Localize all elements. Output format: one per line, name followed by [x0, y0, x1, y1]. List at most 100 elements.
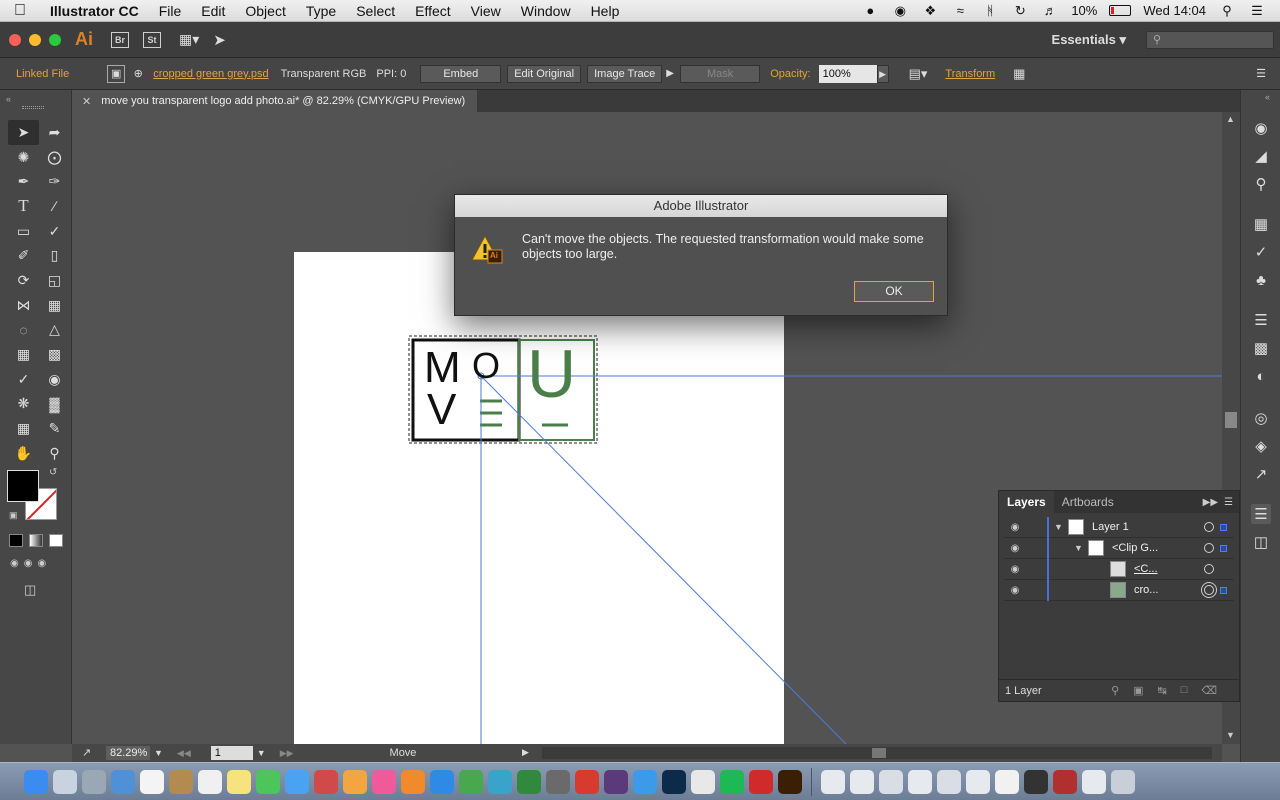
color-guide-icon[interactable]: ◢	[1251, 146, 1271, 166]
layer-name[interactable]: <Clip G...	[1112, 542, 1158, 554]
direct-selection-tool-icon[interactable]: ➦	[39, 120, 70, 145]
m-app-icon[interactable]: ◉	[891, 3, 909, 18]
document-stack-icon[interactable]	[1053, 769, 1077, 794]
draw-behind-icon[interactable]: ◉	[24, 558, 33, 569]
notification-center-icon[interactable]: ☰	[1248, 3, 1266, 18]
app-store-icon[interactable]	[430, 769, 454, 794]
delete-layer-icon[interactable]: ⌫	[1201, 684, 1217, 697]
gradient-icon[interactable]: ▩	[1251, 338, 1271, 358]
status-menu-icon[interactable]: ▶	[522, 747, 529, 758]
image-trace-dropdown-icon[interactable]: ▶	[666, 68, 674, 79]
visibility-eye-icon[interactable]: ◉	[1004, 522, 1026, 533]
new-layer-icon[interactable]: □	[1181, 684, 1188, 697]
transparency-icon[interactable]: ◐	[1251, 366, 1271, 386]
edit-original-button[interactable]: Edit Original	[507, 64, 582, 83]
panel-grip[interactable]	[22, 106, 44, 109]
launchpad-icon[interactable]	[82, 769, 106, 794]
eyedropper-tool-icon[interactable]: ✓	[8, 367, 39, 392]
document-stack-icon[interactable]	[821, 769, 845, 794]
artboard-tool-icon[interactable]: ▦	[8, 416, 39, 441]
pen-tool-icon[interactable]: ✒	[8, 169, 39, 194]
default-fill-stroke-icon[interactable]: ▣	[9, 510, 18, 521]
scale-tool-icon[interactable]: ◱	[39, 268, 70, 293]
selection-indicator[interactable]	[1220, 523, 1227, 531]
symbol-sprayer-tool-icon[interactable]: ❋	[8, 392, 39, 417]
diagonal-guide[interactable]	[480, 375, 847, 744]
document-stack-icon[interactable]	[908, 769, 932, 794]
wifi-icon[interactable]: ≈	[951, 3, 969, 18]
transform-link[interactable]: Transform	[945, 68, 995, 80]
menu-effect[interactable]: Effect	[405, 3, 461, 19]
selection-indicator[interactable]	[1220, 586, 1227, 594]
spotlight-search-icon[interactable]: ⚲	[1218, 3, 1236, 18]
photos-icon[interactable]	[343, 769, 367, 794]
creative-cloud-icon[interactable]: ●	[861, 3, 879, 18]
shaper-tool-icon[interactable]: ✐	[8, 243, 39, 268]
document-stack-icon[interactable]	[1024, 769, 1048, 794]
free-transform-tool-icon[interactable]: ▦	[39, 293, 70, 318]
document-stack-icon[interactable]	[995, 769, 1019, 794]
artboard-dropdown-icon[interactable]: ▼	[257, 748, 266, 758]
opacity-label[interactable]: Opacity:	[770, 68, 810, 80]
tab-layers[interactable]: Layers	[999, 491, 1054, 513]
final-cut-icon[interactable]	[604, 769, 628, 794]
linked-file-link[interactable]: Linked File	[16, 68, 69, 80]
minimize-window-button[interactable]	[29, 33, 41, 46]
new-sublayer-icon[interactable]: ↹	[1158, 684, 1167, 697]
ok-button[interactable]: OK	[854, 281, 934, 302]
illustrator-dock-icon[interactable]	[778, 769, 802, 794]
messages-icon[interactable]	[256, 769, 280, 794]
disk-utility-icon[interactable]	[546, 769, 570, 794]
system-preferences-icon[interactable]	[111, 769, 135, 794]
swatches-icon[interactable]: ▦	[1251, 214, 1271, 234]
maps-icon[interactable]	[488, 769, 512, 794]
scroll-up-icon[interactable]: ▲	[1226, 114, 1235, 124]
document-stack-icon[interactable]	[879, 769, 903, 794]
link-target-icon[interactable]: ⊕	[129, 65, 147, 83]
locate-object-icon[interactable]: ⚲	[1111, 684, 1119, 697]
isolate-icon[interactable]: ▦	[1013, 66, 1025, 82]
layer-row[interactable]: ◉ cro...	[1004, 580, 1234, 601]
close-window-button[interactable]	[9, 33, 21, 46]
line-tool-icon[interactable]: ∕	[39, 194, 70, 219]
layer-name[interactable]: Layer 1	[1092, 521, 1129, 533]
first-artboard-icon[interactable]: ◀◀	[177, 748, 191, 759]
fill-stroke-swatches[interactable]: ↺ ▣	[7, 467, 59, 522]
opacity-stepper-icon[interactable]: ▶	[876, 64, 889, 83]
shape-builder-tool-icon[interactable]: ◌	[8, 318, 39, 343]
expand-panels-icon[interactable]: «	[1265, 92, 1270, 102]
color-mode-icon[interactable]	[9, 534, 23, 547]
gradient-tool-icon[interactable]: ▩	[39, 342, 70, 367]
photo-booth-icon[interactable]	[314, 769, 338, 794]
zoom-window-button[interactable]	[49, 33, 61, 46]
artboards-panel-icon[interactable]: ◫	[1251, 532, 1271, 552]
visibility-eye-icon[interactable]: ◉	[1004, 543, 1026, 554]
numbers-icon[interactable]	[459, 769, 483, 794]
layer-name[interactable]: cro...	[1134, 584, 1158, 596]
menu-object[interactable]: Object	[235, 3, 295, 19]
artboard-number-input[interactable]: 1	[210, 746, 253, 760]
type-tool-icon[interactable]: T	[8, 194, 39, 219]
selection-tool-icon[interactable]: ➤	[8, 120, 39, 145]
gmail-icon[interactable]	[575, 769, 599, 794]
close-tab-icon[interactable]: ✕	[82, 95, 91, 108]
swap-fill-stroke-icon[interactable]: ↺	[49, 467, 57, 478]
collapse-panel-icon[interactable]: «	[6, 94, 11, 104]
target-circle-icon[interactable]	[1204, 522, 1214, 532]
menu-window[interactable]: Window	[511, 3, 581, 19]
menu-edit[interactable]: Edit	[191, 3, 235, 19]
magic-wand-tool-icon[interactable]: ✺	[8, 145, 39, 170]
target-circle-icon[interactable]	[1204, 585, 1214, 595]
arrange-documents-icon[interactable]: ▦▾	[179, 31, 199, 48]
facetime-icon[interactable]	[285, 769, 309, 794]
share-icon[interactable]: ↗	[82, 746, 91, 759]
scroll-down-icon[interactable]: ▼	[1226, 730, 1235, 740]
appearance-icon[interactable]: ◎	[1251, 408, 1271, 428]
itunes-icon[interactable]	[372, 769, 396, 794]
color-panel-icon[interactable]: ◉	[1251, 118, 1271, 138]
none-mode-icon[interactable]	[49, 534, 63, 547]
trash-icon[interactable]	[1111, 769, 1135, 794]
photoshop-icon[interactable]	[662, 769, 686, 794]
clock[interactable]: Wed 14:04	[1143, 3, 1206, 18]
align-icon[interactable]: ▤▾	[909, 66, 928, 82]
